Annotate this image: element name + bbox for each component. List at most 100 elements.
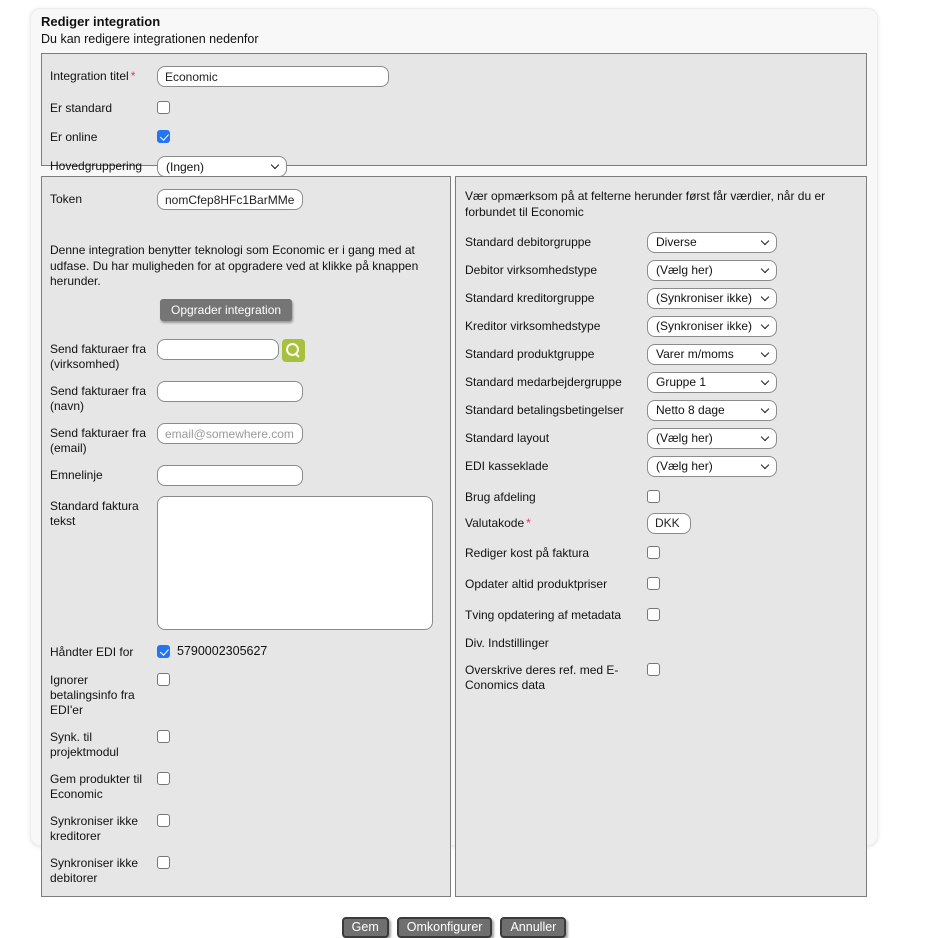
er-online-checkbox[interactable] [157,130,170,143]
debitor-virksomhedstype-select[interactable]: (Vælg her) [647,260,777,281]
no-sync-creditors-label: Synkroniser ikke kreditorer [50,811,150,844]
chevron-down-icon [761,377,769,385]
betalingsbetingelser-row: Standard betalingsbetingelser Netto 8 da… [465,400,858,421]
send-from-name-row: Send fakturaer fra (navn) [50,381,442,414]
send-from-company-label: Send fakturaer fra (virksomhed) [50,339,150,372]
send-from-name-label: Send fakturaer fra (navn) [50,381,150,414]
chevron-down-icon [761,433,769,441]
select-value: Varer m/moms [656,347,734,361]
valutakode-label: Valutakode* [465,513,640,531]
medarbejdergruppe-label: Standard medarbejdergruppe [465,372,640,390]
save-button[interactable]: Gem [342,917,389,938]
kreditor-virksomhedstype-row: Kreditor virksomhedstype (Synkroniser ik… [465,316,858,337]
integration-title-input[interactable] [157,66,389,87]
save-products-label: Gem produkter til Economic [50,769,150,802]
integration-title-label: Integration titel* [50,66,150,84]
tving-metadata-row: Tving opdatering af metadata [465,605,858,623]
rediger-kost-checkbox[interactable] [647,546,660,559]
subject-line-row: Emnelinje [50,465,442,486]
opdater-produktpriser-label: Opdater altid produktpriser [465,574,640,592]
opdater-altid-produktpriser-checkbox[interactable] [647,577,660,590]
general-settings-fieldset: Integration titel* Er standard Er online… [41,53,867,166]
edi-kasseklade-label: EDI kasseklade [465,456,640,474]
valutakode-input[interactable] [647,513,691,534]
debitorgruppe-label: Standard debitorgruppe [465,232,640,250]
kreditorgruppe-row: Standard kreditorgruppe (Synkroniser ikk… [465,288,858,309]
sync-project-row: Synk. til projektmodul [50,727,442,760]
select-value: (Vælg her) [656,459,713,473]
standard-layout-row: Standard layout (Vælg her) [465,428,858,449]
send-from-company-row: Send fakturaer fra (virksomhed) [50,339,442,372]
no-sync-debtors-row: Synkroniser ikke debitorer [50,853,442,886]
panels-row: Token Denne integration benytter teknolo… [41,176,867,897]
no-sync-creditors-row: Synkroniser ikke kreditorer [50,811,442,844]
medarbejdergruppe-row: Standard medarbejdergruppe Gruppe 1 [465,372,858,393]
ignore-paymentinfo-label: Ignorer betalingsinfo fra EDI'er [50,670,150,718]
select-value: Gruppe 1 [656,375,706,389]
overskrive-ref-checkbox[interactable] [647,663,660,676]
chevron-down-icon [761,321,769,329]
debitor-virksomhedstype-row: Debitor virksomhedstype (Vælg her) [465,260,858,281]
upgrade-integration-button[interactable]: Opgrader integration [160,299,292,321]
chevron-down-icon [761,405,769,413]
standard-kreditorgruppe-select[interactable]: (Synkroniser ikke) [647,288,777,309]
token-row: Token [50,189,442,210]
chevron-down-icon [761,265,769,273]
select-value: (Vælg her) [656,263,713,277]
handle-edi-row: Håndter EDI for 5790002305627 [50,642,442,660]
handle-edi-checkbox[interactable] [157,645,170,658]
cancel-button[interactable]: Annuller [500,917,566,938]
gem-produkter-checkbox[interactable] [157,772,170,785]
select-value: (Vælg her) [656,431,713,445]
required-asterisk: * [526,516,531,530]
opdater-produktpriser-row: Opdater altid produktpriser [465,574,858,592]
synkroniser-ikke-debitorer-checkbox[interactable] [157,856,170,869]
overskrive-ref-label: Overskrive deres ref. med E-Conomics dat… [465,660,640,693]
standard-debitorgruppe-select[interactable]: Diverse [647,232,777,253]
standard-betalingsbetingelser-select[interactable]: Netto 8 dage [647,400,777,421]
deprecation-notice: Denne integration benytter teknologi som… [50,243,442,289]
send-from-company-input[interactable] [157,339,279,360]
invoice-text-textarea[interactable] [157,496,433,630]
integration-title-row: Integration titel* [50,66,858,87]
standard-layout-label: Standard layout [465,428,640,446]
tving-opdatering-checkbox[interactable] [647,608,660,621]
produktgruppe-row: Standard produktgruppe Varer m/moms [465,344,858,365]
edi-kasseklade-row: EDI kasseklade (Vælg her) [465,456,858,477]
kreditor-virksomhedstype-select[interactable]: (Synkroniser ikke) [647,316,777,337]
brug-afdeling-row: Brug afdeling [465,487,858,505]
er-online-row: Er online [50,127,858,145]
subject-line-label: Emnelinje [50,465,150,483]
hovedgruppering-select[interactable]: (Ingen) [157,156,287,177]
er-standard-checkbox[interactable] [157,101,170,114]
right-settings-panel: Vær opmærksom på at felterne herunder fø… [455,176,867,897]
synkroniser-ikke-kreditorer-checkbox[interactable] [157,814,170,827]
invoice-text-label: Standard faktura tekst [50,496,150,529]
er-online-label: Er online [50,127,150,145]
standard-medarbejdergruppe-select[interactable]: Gruppe 1 [647,372,777,393]
send-from-email-input[interactable] [157,423,303,444]
synk-til-projektmodul-checkbox[interactable] [157,730,170,743]
rediger-kost-row: Rediger kost på faktura [465,543,858,561]
subject-line-input[interactable] [157,465,303,486]
required-asterisk: * [131,69,136,83]
hovedgruppering-row: Hovedgruppering (Ingen) [50,156,858,177]
page-title: Rediger integration [41,14,867,31]
edi-kasseklade-select[interactable]: (Vælg her) [647,456,777,477]
send-from-name-input[interactable] [157,381,303,402]
er-standard-label: Er standard [50,98,150,116]
token-input[interactable] [157,189,303,210]
invoice-text-row: Standard faktura tekst [50,496,442,630]
betalingsbetingelser-label: Standard betalingsbetingelser [465,400,640,418]
standard-layout-select[interactable]: (Vælg her) [647,428,777,449]
token-label: Token [50,189,150,207]
reconfigure-button[interactable]: Omkonfigurer [397,917,493,938]
search-icon[interactable] [282,339,305,362]
kreditorgruppe-label: Standard kreditorgruppe [465,288,640,306]
save-products-row: Gem produkter til Economic [50,769,442,802]
standard-produktgruppe-select[interactable]: Varer m/moms [647,344,777,365]
brug-afdeling-checkbox[interactable] [647,490,660,503]
ignorer-betalingsinfo-checkbox[interactable] [157,673,170,686]
select-value: (Synkroniser ikke) [656,319,752,333]
brug-afdeling-label: Brug afdeling [465,487,640,505]
